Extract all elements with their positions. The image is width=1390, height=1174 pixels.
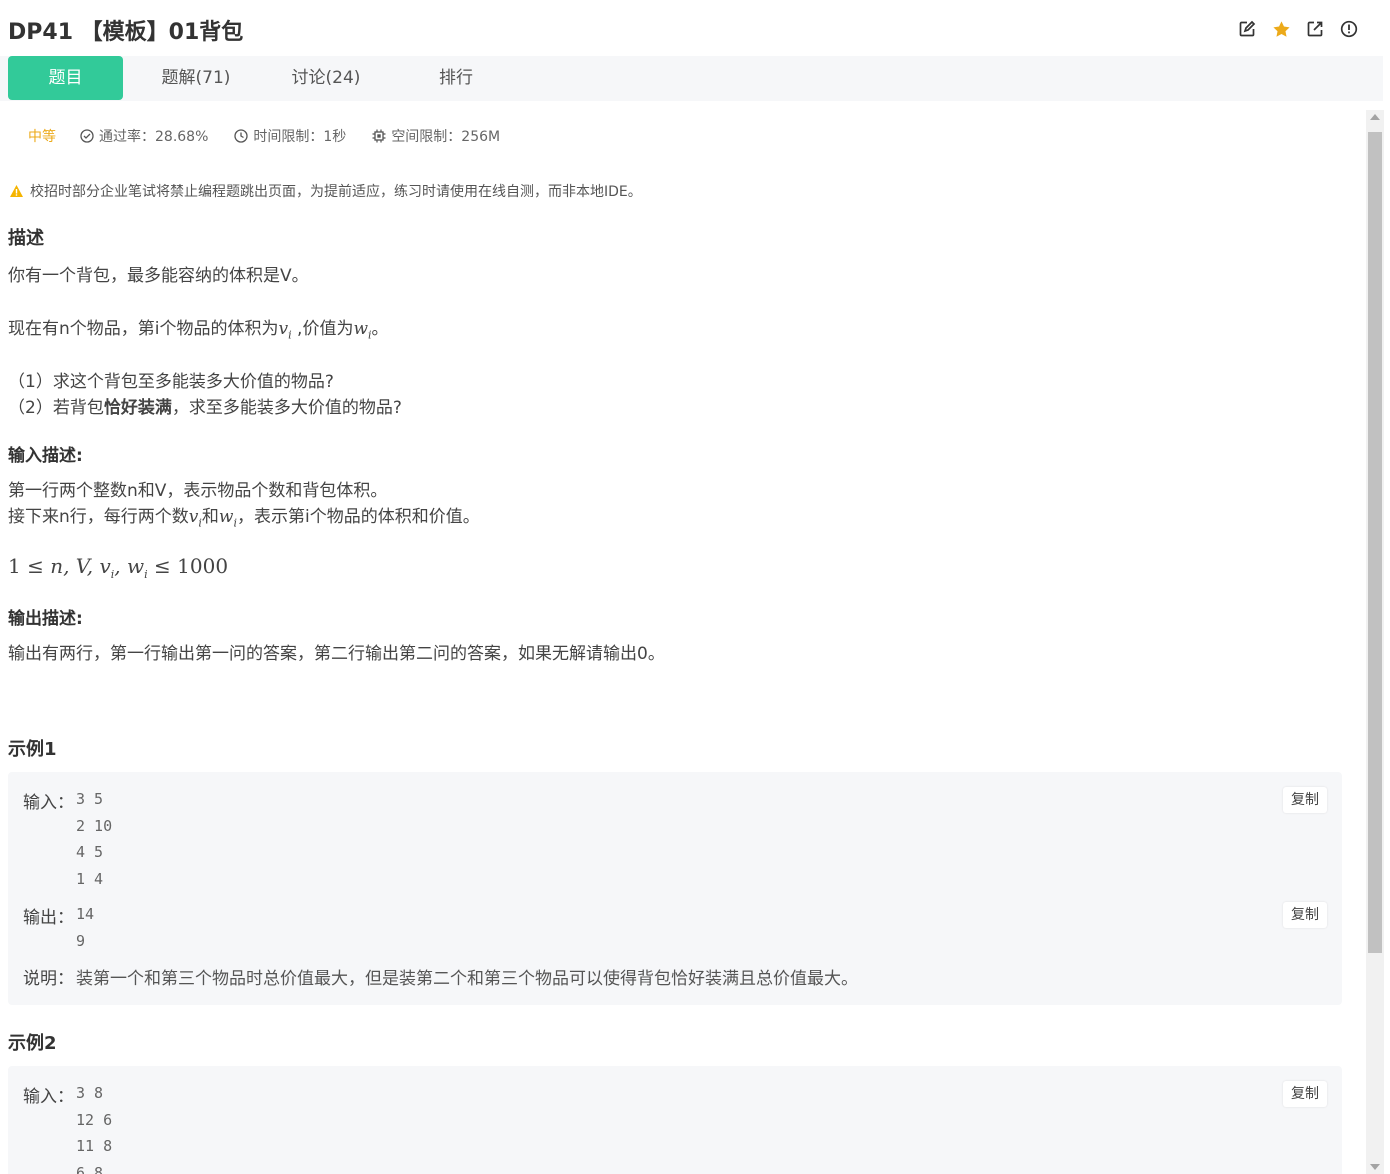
check-circle-icon bbox=[80, 129, 94, 143]
example2-input-code: 3 8 12 6 11 8 6 8 bbox=[76, 1084, 113, 1174]
example1-note: 说明： 装第一个和第三个物品时总价值最大，但是装第二个和第三个物品可以使得背包恰… bbox=[23, 964, 858, 989]
tab-discussion[interactable]: 讨论(24) bbox=[270, 56, 382, 100]
description-line2-prefix: 现在有n个物品，第i个物品的体积为 bbox=[8, 319, 279, 339]
scroll-thumb[interactable] bbox=[1368, 132, 1382, 953]
warning-notice: 校招时部分企业笔试将禁止编程题跳出页面，为提前适应，练习时请使用在线自测，而非本… bbox=[9, 181, 642, 201]
example1-input-label: 输入： bbox=[23, 793, 74, 813]
tab-problem[interactable]: 题目 bbox=[8, 56, 123, 100]
math-w: wi bbox=[353, 319, 372, 342]
output-desc-line1: 输出有两行，第一行输出第一问的答案，第二行输出第二问的答案，如果无解请输出0。 bbox=[8, 644, 665, 664]
time-limit-text: 时间限制：1秒 bbox=[253, 129, 347, 145]
example1-output-code: 14 9 bbox=[76, 905, 95, 950]
output-desc-heading: 输出描述: bbox=[8, 609, 83, 629]
header: DP41 【模板】01背包 bbox=[0, 0, 1390, 56]
star-icon[interactable] bbox=[1270, 18, 1292, 40]
problem-content: 中等 通过率：28.68% 时间限制：1秒 空间限制：256M 校招时部分企业笔… bbox=[0, 110, 1360, 1174]
difficulty-badge: 中等 bbox=[28, 129, 56, 145]
example1-output: 输出： 14 9 bbox=[23, 903, 94, 954]
scroll-down-arrow-icon[interactable] bbox=[1370, 1164, 1380, 1170]
example1-input-code: 3 5 2 10 4 5 1 4 bbox=[76, 790, 113, 888]
constraint-formula: 1 ≤ n, V, vi, wi ≤ 1000 bbox=[8, 554, 229, 581]
example2-input-copy-button[interactable]: 复制 bbox=[1283, 1081, 1327, 1107]
input-desc-heading: 输入描述: bbox=[8, 446, 83, 466]
problem-meta: 中等 通过率：28.68% 时间限制：1秒 空间限制：256M bbox=[28, 126, 526, 146]
tab-bar: 题目 题解(71) 讨论(24) 排行 bbox=[0, 56, 1383, 101]
math-v: vi bbox=[278, 319, 292, 342]
chip-icon bbox=[372, 129, 386, 143]
scrollbar[interactable] bbox=[1366, 110, 1384, 1174]
example1-box: 输入： 3 5 2 10 4 5 1 4 复制 输出： 14 9 复制 说明： … bbox=[8, 772, 1342, 1005]
example2-input: 输入： 3 8 12 6 11 8 6 8 bbox=[23, 1082, 112, 1174]
question-2: （2）若背包恰好装满，求至多能装多大价值的物品? bbox=[8, 398, 402, 418]
example1-heading: 示例1 bbox=[8, 739, 57, 760]
example1-input-copy-button[interactable]: 复制 bbox=[1283, 787, 1327, 813]
example2-box: 输入： 3 8 12 6 11 8 6 8 复制 bbox=[8, 1066, 1342, 1174]
input-desc-line2: 接下来n行，每行两个数vi和wi，表示第i个物品的体积和价值。 bbox=[8, 507, 480, 530]
scroll-up-arrow-icon[interactable] bbox=[1370, 114, 1380, 120]
description-heading: 描述 bbox=[8, 228, 44, 249]
example1-output-label: 输出： bbox=[23, 908, 74, 928]
example1-note-text: 装第一个和第三个物品时总价值最大，但是装第二个和第三个物品可以使得背包恰好装满且… bbox=[76, 969, 858, 989]
pass-rate: 通过率：28.68% bbox=[80, 126, 208, 146]
example1-note-label: 说明： bbox=[23, 969, 74, 989]
edit-icon[interactable] bbox=[1236, 18, 1258, 40]
description-line1: 你有一个背包，最多能容纳的体积是V。 bbox=[8, 266, 309, 286]
example2-input-label: 输入： bbox=[23, 1087, 74, 1107]
header-actions bbox=[1236, 18, 1360, 40]
space-limit: 空间限制：256M bbox=[372, 126, 500, 146]
pass-rate-text: 通过率：28.68% bbox=[99, 129, 209, 145]
tab-ranking[interactable]: 排行 bbox=[400, 56, 512, 100]
description-line2: 现在有n个物品，第i个物品的体积为vi ,价值为wi。 bbox=[8, 319, 389, 342]
emphasis-text: 恰好装满 bbox=[103, 398, 172, 418]
example1-input: 输入： 3 5 2 10 4 5 1 4 bbox=[23, 788, 112, 892]
warning-icon bbox=[10, 185, 23, 197]
input-desc-line1: 第一行两个整数n和V，表示物品个数和背包体积。 bbox=[8, 481, 388, 501]
description-line2-mid: ,价值为 bbox=[291, 319, 354, 339]
tab-solutions[interactable]: 题解(71) bbox=[140, 56, 252, 100]
question-1: （1）求这个背包至多能装多大价值的物品? bbox=[8, 372, 334, 392]
report-icon[interactable] bbox=[1338, 18, 1360, 40]
external-link-icon[interactable] bbox=[1304, 18, 1326, 40]
page-title: DP41 【模板】01背包 bbox=[8, 20, 244, 45]
time-limit: 时间限制：1秒 bbox=[234, 126, 346, 146]
example1-output-copy-button[interactable]: 复制 bbox=[1283, 902, 1327, 928]
clock-icon bbox=[234, 129, 249, 143]
example2-heading: 示例2 bbox=[8, 1033, 57, 1054]
space-limit-text: 空间限制：256M bbox=[391, 129, 501, 145]
warning-text: 校招时部分企业笔试将禁止编程题跳出页面，为提前适应，练习时请使用在线自测，而非本… bbox=[30, 184, 642, 200]
